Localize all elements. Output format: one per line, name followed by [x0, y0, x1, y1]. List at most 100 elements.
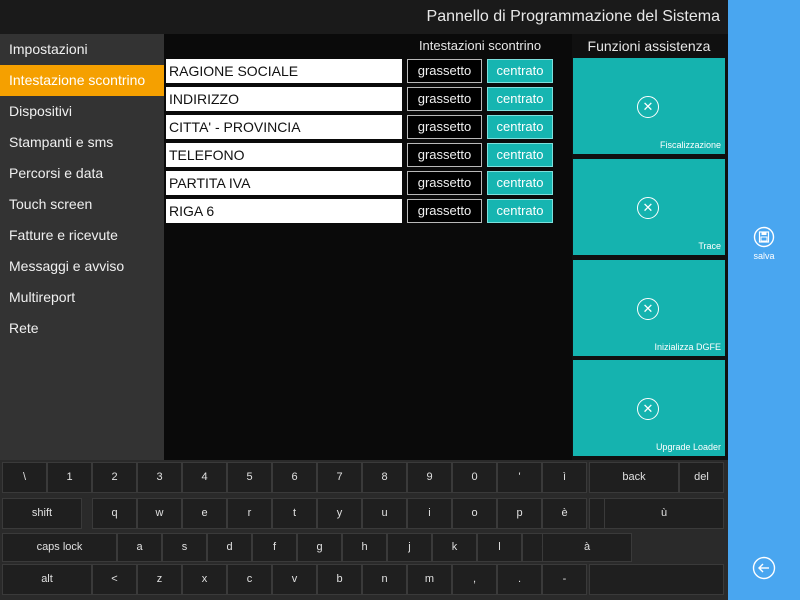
inizializza-dgfe-button[interactable]: ✕ Inizializza DGFE [573, 260, 725, 356]
x-circle-icon: ✕ [637, 398, 659, 420]
function-label: Upgrade Loader [655, 442, 721, 452]
key-8[interactable]: 8 [362, 462, 407, 493]
bold-toggle[interactable]: grassetto [407, 199, 482, 223]
key-0[interactable]: 0 [452, 462, 497, 493]
key-u2e[interactable]: . [497, 564, 542, 595]
key-c[interactable]: c [227, 564, 272, 595]
menu-item-touch-screen[interactable]: Touch screen [0, 189, 164, 220]
key-y[interactable]: y [317, 498, 362, 529]
function-label: Inizializza DGFE [654, 342, 721, 352]
key-f[interactable]: f [252, 533, 297, 562]
menu-item-rete[interactable]: Rete [0, 313, 164, 344]
key-back[interactable]: back [589, 462, 679, 493]
trace-button[interactable]: ✕ Trace [573, 159, 725, 255]
back-arrow-icon [752, 556, 776, 580]
center-toggle[interactable]: centrato [487, 59, 553, 83]
key-k[interactable]: k [432, 533, 477, 562]
header-line-input[interactable]: CITTA' - PROVINCIA [166, 115, 402, 139]
key-5[interactable]: 5 [227, 462, 272, 493]
key-g[interactable]: g [297, 533, 342, 562]
bold-toggle[interactable]: grassetto [407, 87, 482, 111]
menu-item-impostazioni[interactable]: Impostazioni [0, 34, 164, 65]
key-uec[interactable]: ì [542, 462, 587, 493]
key-i[interactable]: i [407, 498, 452, 529]
key-h[interactable]: h [342, 533, 387, 562]
center-toggle[interactable]: centrato [487, 171, 553, 195]
bold-toggle[interactable]: grassetto [407, 171, 482, 195]
key-alt[interactable]: alt [2, 564, 92, 595]
key-3[interactable]: 3 [137, 462, 182, 493]
menu-item-messaggi-avviso[interactable]: Messaggi e avviso [0, 251, 164, 282]
header-line-input[interactable]: INDIRIZZO [166, 87, 402, 111]
bold-toggle[interactable]: grassetto [407, 115, 482, 139]
menu-item-dispositivi[interactable]: Dispositivi [0, 96, 164, 127]
key-ue8[interactable]: è [542, 498, 587, 529]
menu-item-percorsi-data[interactable]: Percorsi e data [0, 158, 164, 189]
key-shift[interactable]: shift [2, 498, 82, 529]
key-j[interactable]: j [387, 533, 432, 562]
menu-item-fatture-ricevute[interactable]: Fatture e ricevute [0, 220, 164, 251]
center-toggle[interactable]: centrato [487, 143, 553, 167]
key-m[interactable]: m [407, 564, 452, 595]
key-p[interactable]: p [497, 498, 542, 529]
key-u[interactable]: u [362, 498, 407, 529]
key-r[interactable]: r [227, 498, 272, 529]
key-1[interactable]: 1 [47, 462, 92, 493]
key-2[interactable]: 2 [92, 462, 137, 493]
header-section-title: Intestazioni scontrino [418, 38, 542, 53]
key-t[interactable]: t [272, 498, 317, 529]
key-u27[interactable]: ' [497, 462, 542, 493]
header-line-input[interactable]: TELEFONO [166, 143, 402, 167]
key-u2c[interactable]: , [452, 564, 497, 595]
upgrade-loader-button[interactable]: ✕ Upgrade Loader [573, 360, 725, 456]
window-title: Pannello di Programmazione del Sistema [0, 0, 728, 34]
key-z[interactable]: z [137, 564, 182, 595]
menu-item-intestazione-scontrino[interactable]: Intestazione scontrino [0, 65, 164, 96]
key-v[interactable]: v [272, 564, 317, 595]
key-n[interactable]: n [362, 564, 407, 595]
key-l[interactable]: l [477, 533, 522, 562]
x-circle-icon: ✕ [637, 298, 659, 320]
key-e[interactable]: e [182, 498, 227, 529]
key-d[interactable]: d [207, 533, 252, 562]
menu-item-stampanti-sms[interactable]: Stampanti e sms [0, 127, 164, 158]
key-uf9[interactable]: ù [604, 498, 724, 529]
save-label: salva [753, 251, 775, 261]
bold-toggle[interactable]: grassetto [407, 143, 482, 167]
menu-item-multireport[interactable]: Multireport [0, 282, 164, 313]
key-q[interactable]: q [92, 498, 137, 529]
center-toggle[interactable]: centrato [487, 115, 553, 139]
key--[interactable]: - [542, 564, 587, 595]
function-label: Fiscalizzazione [659, 140, 721, 150]
key-x[interactable]: x [182, 564, 227, 595]
key-u5c[interactable]: \ [2, 462, 47, 493]
key-9[interactable]: 9 [407, 462, 452, 493]
key-6[interactable]: 6 [272, 462, 317, 493]
center-toggle[interactable]: centrato [487, 199, 553, 223]
key-4[interactable]: 4 [182, 462, 227, 493]
key-b[interactable]: b [317, 564, 362, 595]
key-o[interactable]: o [452, 498, 497, 529]
x-circle-icon: ✕ [637, 197, 659, 219]
header-line-input[interactable]: RAGIONE SOCIALE [166, 59, 402, 83]
key-u3c[interactable]: < [92, 564, 137, 595]
key-blank[interactable] [589, 564, 724, 595]
save-icon [753, 226, 775, 248]
key-a[interactable]: a [117, 533, 162, 562]
center-toggle[interactable]: centrato [487, 87, 553, 111]
header-line-input[interactable]: PARTITA IVA [166, 171, 402, 195]
key-ue0[interactable]: à [542, 533, 632, 562]
key-7[interactable]: 7 [317, 462, 362, 493]
key-del[interactable]: del [679, 462, 724, 493]
function-label: Trace [698, 241, 721, 251]
key-s[interactable]: s [162, 533, 207, 562]
settings-menu: Impostazioni Intestazione scontrino Disp… [0, 34, 164, 460]
key-w[interactable]: w [137, 498, 182, 529]
fiscalizzazione-button[interactable]: ✕ Fiscalizzazione [573, 58, 725, 154]
key-caps-lock[interactable]: caps lock [2, 533, 117, 562]
bold-toggle[interactable]: grassetto [407, 59, 482, 83]
back-button[interactable] [728, 556, 800, 585]
header-line-input[interactable]: RIGA 6 [166, 199, 402, 223]
save-button[interactable]: salva [728, 226, 800, 261]
functions-title: Funzioni assistenza [587, 38, 711, 54]
